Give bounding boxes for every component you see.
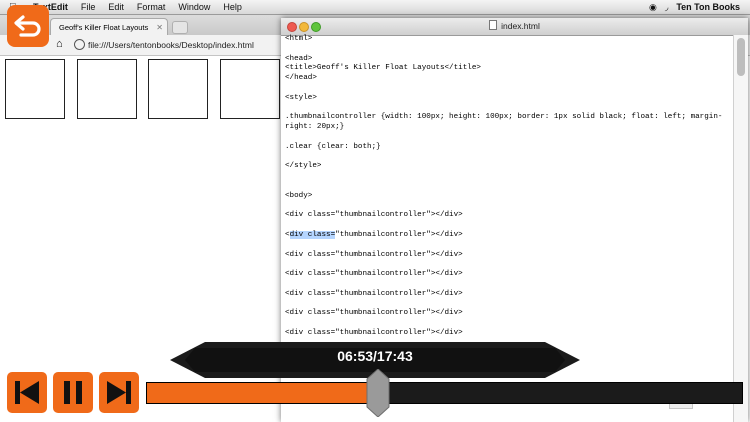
scrollbar-thumb[interactable] bbox=[737, 38, 745, 76]
next-button[interactable] bbox=[99, 372, 139, 413]
progress-fill bbox=[147, 383, 380, 403]
code-line: <title>Geoff's Killer Float Layouts</tit… bbox=[285, 64, 481, 73]
code-line: <div class="thumbnailcontroller"></div> bbox=[285, 230, 463, 239]
menu-item-format[interactable]: Format bbox=[137, 2, 166, 12]
skip-previous-icon bbox=[15, 381, 39, 404]
previous-button[interactable] bbox=[7, 372, 47, 413]
menu-extras: ◉ ◞ Ten Ton Books bbox=[649, 0, 740, 14]
thumbnail-box bbox=[77, 59, 137, 119]
pause-button[interactable] bbox=[53, 372, 93, 413]
wifi-icon[interactable]: ◞ bbox=[665, 2, 669, 13]
thumbnail-box bbox=[220, 59, 280, 119]
home-icon[interactable]: ⌂ bbox=[56, 38, 63, 50]
thumbnail-box bbox=[148, 59, 208, 119]
video-player-overlay: 06:53/17:43 bbox=[0, 340, 750, 422]
menu-item-help[interactable]: Help bbox=[223, 2, 242, 12]
back-arrow-icon bbox=[14, 15, 41, 37]
pause-icon bbox=[64, 381, 82, 404]
user-icon[interactable]: ◉ bbox=[649, 2, 657, 13]
new-tab-button[interactable] bbox=[172, 21, 188, 34]
code-line: <head> bbox=[285, 54, 313, 63]
close-tab-icon[interactable]: ✕ bbox=[156, 19, 163, 35]
menu-item-file[interactable]: File bbox=[81, 2, 96, 12]
progress-track[interactable] bbox=[146, 382, 743, 404]
editor-title-bar: index.html bbox=[281, 18, 748, 36]
code-line: <div class="thumbnailcontroller"></div> bbox=[285, 270, 463, 279]
code-line: <div class="thumbnailcontroller"></div> bbox=[285, 309, 463, 318]
code-line: <div class="thumbnailcontroller"></div> bbox=[285, 328, 463, 337]
code-line: </head> bbox=[285, 74, 317, 83]
tab-active[interactable]: Geoff's Killer Float Layouts ✕ bbox=[50, 18, 168, 35]
code-line: .thumbnailcontroller {width: 100px; heig… bbox=[285, 113, 723, 132]
skip-next-icon bbox=[107, 381, 131, 404]
menu-bar:  TextEdit File Edit Format Window Help … bbox=[0, 0, 750, 15]
thumbnail-box bbox=[5, 59, 65, 119]
code-line: <div class="thumbnailcontroller"></div> bbox=[285, 211, 463, 220]
code-line: <html> bbox=[285, 35, 313, 43]
menu-item-edit[interactable]: Edit bbox=[108, 2, 124, 12]
video-time: 06:53/17:43 bbox=[337, 348, 413, 364]
code-line: <body> bbox=[285, 191, 313, 200]
code-text-area[interactable]: <html> <head> <title>Geoff's Killer Float … bbox=[285, 35, 730, 378]
tab-title: Geoff's Killer Float Layouts bbox=[59, 23, 149, 32]
back-button[interactable] bbox=[7, 5, 49, 47]
progress-scrubber-handle[interactable] bbox=[366, 369, 390, 417]
editor-title: index.html bbox=[281, 18, 748, 35]
code-line: .clear {clear: both;} bbox=[285, 142, 381, 151]
address-bar[interactable]: file:///Users/tentonbooks/Desktop/index.… bbox=[88, 38, 254, 52]
code-line: <style> bbox=[285, 93, 317, 102]
code-line: <div class="thumbnailcontroller"></div> bbox=[285, 289, 463, 298]
document-icon bbox=[489, 20, 498, 30]
code-line: <div class="thumbnailcontroller"></div> bbox=[285, 250, 463, 259]
menu-item-window[interactable]: Window bbox=[178, 2, 210, 12]
user-name[interactable]: Ten Ton Books bbox=[676, 2, 740, 12]
globe-icon bbox=[74, 39, 85, 50]
selected-text: div class= bbox=[289, 230, 336, 239]
code-line: </style> bbox=[285, 162, 322, 171]
